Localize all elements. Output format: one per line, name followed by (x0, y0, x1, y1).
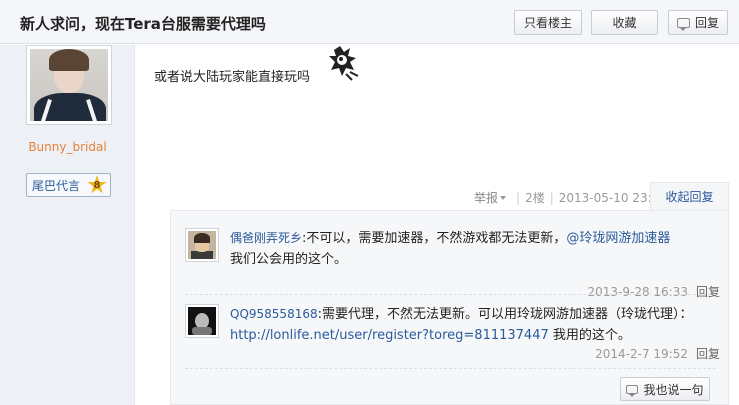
reply-reply-link[interactable]: 回复 (696, 285, 720, 299)
avatar[interactable] (26, 45, 112, 125)
thread-header: 新人求问，现在Tera台服需要代理吗 只看楼主 收藏 回复 (0, 0, 739, 44)
reply-meta: 2013-9-28 16:33 回复 (587, 283, 720, 300)
mention-link[interactable]: @玲珑网游加速器 (566, 231, 670, 246)
badge-level: 8 (93, 179, 101, 191)
avatar-image (30, 49, 108, 121)
reply-button-label: 回复 (694, 16, 719, 30)
username-link[interactable]: Bunny_bridal (0, 140, 135, 154)
fan-badge[interactable]: 尾巴代言 8 (26, 173, 111, 197)
reply-body-tail: 我们公会用的这个。 (230, 252, 348, 267)
reply-divider (185, 294, 716, 295)
emoticon-icon (329, 46, 359, 81)
reply-timestamp: 2013-9-28 16:33 (587, 285, 688, 299)
meta-separator: | (549, 190, 554, 205)
add-comment-button[interactable]: 我也说一句 (620, 377, 710, 401)
fan-badge-label: 尾巴代言 (32, 178, 81, 193)
reply-body: :需要代理，不然无法更新。可以用玲珑网游加速器（玲珑代理）： (317, 307, 693, 322)
meta-separator: | (516, 190, 521, 205)
reply-timestamp: 2014-2-7 19:52 (595, 347, 688, 361)
only-op-button[interactable]: 只看楼主 (514, 10, 582, 35)
reply-divider (185, 368, 716, 369)
reply-body-tail: 我用的这个。 (548, 328, 631, 343)
post-content: 或者说大陆玩家能直接玩吗 (154, 70, 311, 85)
reply-text: 偶爸刚弄死乡:不可以，需要加速器，不然游戏都无法更新，@玲珑网游加速器我们公会用… (230, 228, 720, 270)
collapse-replies-button[interactable]: 收起回复 (650, 182, 729, 210)
report-link[interactable]: 举报 (474, 189, 498, 206)
reply-text: QQ958558168:需要代理，不然无法更新。可以用玲珑网游加速器（玲珑代理）… (230, 304, 720, 346)
add-comment-label: 我也说一句 (643, 382, 704, 397)
thread-title: 新人求问，现在Tera台服需要代理吗 (20, 15, 266, 33)
reply-meta: 2014-2-7 19:52 回复 (595, 345, 720, 362)
comment-icon (626, 384, 639, 397)
reply-avatar[interactable] (185, 304, 219, 338)
reply-avatar[interactable] (185, 228, 219, 262)
comment-icon (676, 17, 690, 31)
user-sidebar: Bunny_bridal 尾巴代言 8 (0, 45, 135, 405)
reply-username[interactable]: QQ958558168 (230, 307, 318, 321)
reply-button[interactable]: 回复 (668, 10, 728, 35)
floor-number: 2楼 (525, 191, 545, 205)
reply-body: :不可以，需要加速器，不然游戏都无法更新， (302, 231, 567, 246)
post-meta: 举报 | 2楼 | 2013-05-10 23:59 (474, 189, 667, 206)
reply-list: 偶爸刚弄死乡:不可以，需要加速器，不然游戏都无法更新，@玲珑网游加速器我们公会用… (170, 210, 729, 405)
favorite-button[interactable]: 收藏 (591, 10, 658, 35)
register-link[interactable]: http://lonlife.net/user/register?toreg=8… (230, 328, 549, 343)
reply-reply-link[interactable]: 回复 (696, 347, 720, 361)
reply-username[interactable]: 偶爸刚弄死乡 (230, 231, 302, 245)
caret-down-icon[interactable] (500, 195, 507, 200)
star-level-icon: 8 (87, 175, 107, 194)
